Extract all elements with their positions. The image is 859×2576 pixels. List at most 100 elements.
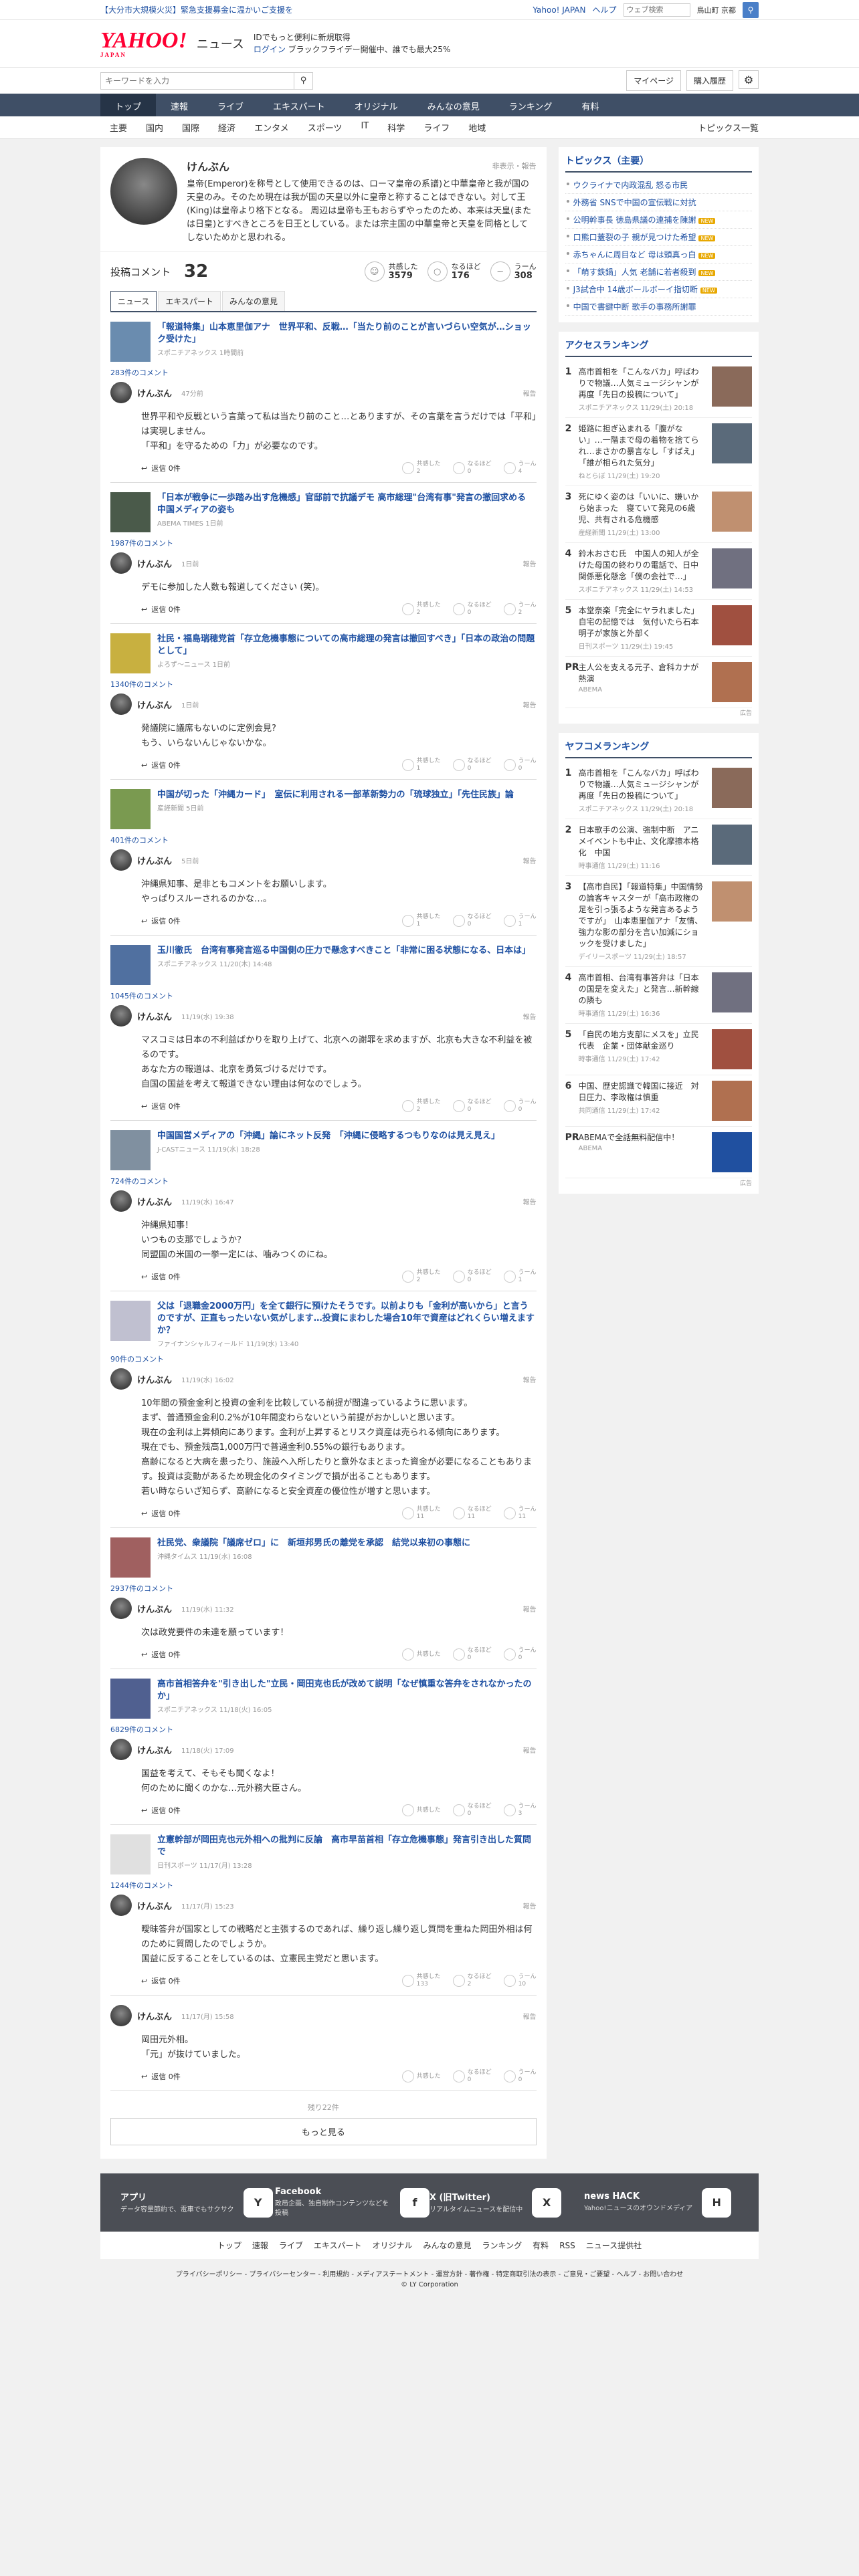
- footer-nav-item[interactable]: ランキング: [482, 2241, 522, 2250]
- article-link[interactable]: 中国国営メディアの「沖縄」論にネット反発 「沖縄に侵略するつもりなのは見え見え」…: [110, 1130, 537, 1170]
- comment-count-link[interactable]: 401件のコメント: [110, 835, 537, 845]
- topic-item[interactable]: ウクライナで内政混乱 怒る市民: [565, 177, 752, 194]
- web-search-input[interactable]: [623, 3, 690, 17]
- kyokan-button[interactable]: 共感した 1: [401, 914, 441, 928]
- user-name[interactable]: けんぶん: [137, 1010, 172, 1023]
- ranking-item[interactable]: 4 高市首相、台湾有事答弁は「日本の国是を変えた」と発言…新幹線の隣も 時事通信 1…: [565, 967, 752, 1024]
- kyokan-button[interactable]: 共感した 2: [401, 1099, 441, 1113]
- ranking-item[interactable]: 2 日本歌手の公演、強制中断 アニメイベントも中止、文化摩擦本格化 中国 時事通信 …: [565, 819, 752, 876]
- black-friday-promo[interactable]: ブラックフライデー開催中、誰でも最大25%: [288, 45, 451, 54]
- user-name[interactable]: けんぶん: [137, 854, 172, 867]
- footer-nav-item[interactable]: 有料: [533, 2241, 549, 2250]
- article-link[interactable]: 父は「退職金2000万円」を全て銀行に預けたそうです。以前よりも「金利が高いから…: [110, 1301, 537, 1348]
- footer-promo-item[interactable]: アプリ データ容量節約で、電車でもサクサク Y: [120, 2187, 275, 2218]
- comment-count-link[interactable]: 1340件のコメント: [110, 679, 537, 689]
- report-link[interactable]: 報告: [523, 1196, 537, 1206]
- topic-item[interactable]: 「萌す鉄鍋」人気 老舗に若者殺到 NEW: [565, 263, 752, 281]
- uun-button[interactable]: うーん 11: [503, 1506, 537, 1521]
- footer-nav-item[interactable]: ニュース提供社: [586, 2241, 642, 2250]
- naruhodo-button[interactable]: なるほど 0: [452, 461, 492, 475]
- user-name[interactable]: けんぶん: [137, 1899, 172, 1912]
- user-name[interactable]: けんぶん: [137, 557, 172, 570]
- comment-count-link[interactable]: 1244件のコメント: [110, 1880, 537, 1891]
- uun-button[interactable]: うーん 1: [503, 1269, 537, 1284]
- article-title[interactable]: 社民党、衆議院「議席ゼロ」に 新垣邦男氏の離党を承認 結党以来初の事態に: [157, 1537, 470, 1549]
- login-link[interactable]: ログイン: [254, 45, 286, 54]
- uun-button[interactable]: うーん 0: [503, 2069, 537, 2084]
- naruhodo-button[interactable]: なるほど 0: [452, 1099, 492, 1113]
- gear-icon[interactable]: ⚙: [739, 70, 759, 89]
- user-name[interactable]: けんぶん: [137, 698, 172, 711]
- ranking-item[interactable]: 3 死にゆく姿のは「いいに、嫌いから始まった 寝ていて発見の6歳児、共有される危機…: [565, 486, 752, 543]
- article-title[interactable]: 玉川徹氏 台湾有事発言巡る中国側の圧力で懸念すべきこと「非常に困る状態になる、日…: [157, 945, 531, 957]
- uun-button[interactable]: うーん 2: [503, 602, 537, 617]
- footer-links[interactable]: プライバシーポリシー - プライバシーセンター - 利用規約 - メディアステー…: [0, 2259, 859, 2281]
- footer-promo-item[interactable]: Facebook 政局企画、独自制作コンテンツなどを投稿 f: [275, 2187, 430, 2218]
- more-button[interactable]: もっと見る: [110, 2118, 537, 2145]
- search-icon[interactable]: ⚲: [743, 1, 759, 18]
- user-name[interactable]: けんぶん: [137, 2010, 172, 2022]
- article-title[interactable]: 立憲幹部が岡田克也元外相への批判に反論 高市早苗首相「存立危機事態」発言引き出し…: [157, 1834, 537, 1858]
- footer-nav-item[interactable]: オリジナル: [373, 2241, 413, 2250]
- nav-sub-item[interactable]: 国際: [173, 121, 209, 134]
- article-title[interactable]: 高市首相答弁を"引き出した"立民・岡田克也氏が改めて説明「なぜ慎重な答弁をされな…: [157, 1679, 537, 1703]
- footer-promo-item[interactable]: X (旧Twitter) リアルタイムニュースを配信中 X: [430, 2187, 584, 2218]
- nav-sub-item[interactable]: 科学: [378, 121, 414, 134]
- reply-button[interactable]: ↩ 返信 0件: [141, 604, 181, 615]
- article-title[interactable]: 中国国営メディアの「沖縄」論にネット反発 「沖縄に侵略するつもりなのは見え見え」: [157, 1130, 500, 1142]
- ranking-item[interactable]: 6 中国、歴史認識で韓国に接近 対日圧力、李政権は慎重 共同通信 11/29(土) …: [565, 1075, 752, 1127]
- mypage-button[interactable]: マイページ: [626, 70, 681, 91]
- report-link[interactable]: 報告: [523, 2011, 537, 2021]
- news-logo-text[interactable]: ニュース: [197, 35, 244, 52]
- yahoo-japan-link[interactable]: Yahoo! JAPAN: [533, 5, 585, 15]
- comment-count-link[interactable]: 2937件のコメント: [110, 1583, 537, 1594]
- article-link[interactable]: 社民・福島瑞穂党首「存立危機事態についての高市総理の発言は撤回すべき」「日本の政…: [110, 633, 537, 673]
- article-title[interactable]: 「報道特集」山本恵里伽アナ 世界平和、反戦…「当たり前のことが言いづらい空気が……: [157, 322, 537, 346]
- report-link[interactable]: 報告: [523, 700, 537, 710]
- article-link[interactable]: 高市首相答弁を"引き出した"立民・岡田克也氏が改めて説明「なぜ慎重な答弁をされな…: [110, 1679, 537, 1719]
- user-name[interactable]: けんぶん: [137, 387, 172, 399]
- naruhodo-button[interactable]: なるほど 0: [452, 758, 492, 772]
- uun-button[interactable]: うーん 0: [503, 1647, 537, 1662]
- reply-button[interactable]: ↩ 返信 0件: [141, 1101, 181, 1111]
- reply-button[interactable]: ↩ 返信 0件: [141, 916, 181, 926]
- nav-main-item[interactable]: 有料: [567, 94, 613, 116]
- uun-button[interactable]: うーん 10: [503, 1973, 537, 1988]
- ranking-item[interactable]: PR ABEMAで全話無料配信中！ ABEMA: [565, 1127, 752, 1178]
- naruhodo-button[interactable]: なるほど 2: [452, 1973, 492, 1988]
- naruhodo-button[interactable]: なるほど 0: [452, 1269, 492, 1284]
- report-link[interactable]: 報告: [523, 1901, 537, 1911]
- naruhodo-button[interactable]: なるほど 0: [452, 914, 492, 928]
- nav-sub-item[interactable]: スポーツ: [298, 121, 352, 134]
- article-title[interactable]: 父は「退職金2000万円」を全て銀行に預けたそうです。以前よりも「金利が高いから…: [157, 1301, 537, 1337]
- donation-alert-link[interactable]: 【大分市大規模火災】緊急支援募金に温かいご支援を: [100, 4, 293, 15]
- topics-title[interactable]: トピックス（主要）: [565, 154, 752, 173]
- kyokan-button[interactable]: 共感した 2: [401, 461, 441, 475]
- search-icon[interactable]: ⚲: [294, 72, 313, 90]
- kyokan-button[interactable]: 共感した 133: [401, 1973, 441, 1988]
- comment-count-link[interactable]: 724件のコメント: [110, 1176, 537, 1186]
- comment-count-link[interactable]: 90件のコメント: [110, 1354, 537, 1364]
- ranking-item[interactable]: 1 高市首相を「こんなバカ」呼ばわりで物議…人気ミュージシャンが再度「先日の投稿に…: [565, 762, 752, 819]
- news-search-input[interactable]: [100, 72, 294, 90]
- kyokan-button[interactable]: 共感した 1: [401, 758, 441, 772]
- kyokan-button[interactable]: 共感した: [401, 1647, 441, 1662]
- hide-report-link[interactable]: 非表示・報告: [492, 160, 537, 171]
- article-link[interactable]: 立憲幹部が岡田克也元外相への批判に反論 高市早苗首相「存立危機事態」発言引き出し…: [110, 1834, 537, 1874]
- reply-button[interactable]: ↩ 返信 0件: [141, 1271, 181, 1282]
- footer-promo-item[interactable]: news HACK Yahoo!ニュースのオウンドメディア H: [584, 2187, 739, 2218]
- ranking-item[interactable]: 4 鈴木おさむ氏 中国人の知人が全けた母国の終わりの電話で、日中関係悪化懸念「僕の…: [565, 543, 752, 600]
- kyokan-button[interactable]: 共感した 11: [401, 1506, 441, 1521]
- kyokan-button[interactable]: 共感した: [401, 2069, 441, 2084]
- purchase-history-button[interactable]: 購入履歴: [686, 70, 733, 91]
- nav-sub-item[interactable]: 経済: [209, 121, 245, 134]
- yahoo-logo[interactable]: YAHOO! JAPAN: [100, 29, 187, 58]
- topics-list-link[interactable]: トピックス一覧: [698, 121, 759, 134]
- nav-main-item[interactable]: エキスパート: [258, 94, 340, 116]
- ranking-item[interactable]: PR 主人公を支える元子、倉科カナが熱演 ABEMA: [565, 657, 752, 708]
- topic-item[interactable]: 公明幹事長 徳島県議の連捕を陳謝 NEW: [565, 211, 752, 229]
- ranking-item[interactable]: 5 「自民の地方支部にメスを」立民代表 企業・団体献金巡り 時事通信 11/29(土…: [565, 1024, 752, 1075]
- topic-item[interactable]: J3試合中 14歳ボールボーイ指切断 NEW: [565, 281, 752, 298]
- ranking-item[interactable]: 3 【高市自民】「報道特集」中国情勢の論客キャスターが「高市政権の足を引っ張るよう…: [565, 876, 752, 967]
- report-link[interactable]: 報告: [523, 388, 537, 398]
